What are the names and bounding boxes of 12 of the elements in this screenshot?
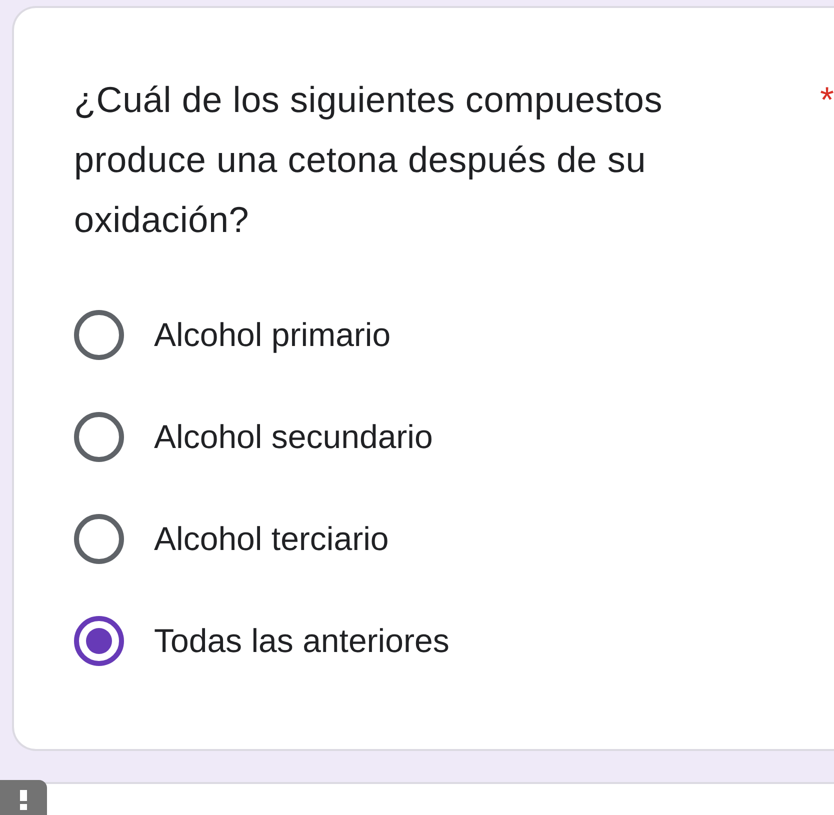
alert-tab[interactable]	[0, 780, 47, 815]
radio-button[interactable]	[74, 310, 124, 360]
radio-button[interactable]	[74, 412, 124, 462]
option-label[interactable]: Todas las anteriores	[154, 616, 450, 666]
option-label[interactable]: Alcohol terciario	[154, 514, 389, 564]
radio-button[interactable]	[74, 616, 124, 666]
option-label[interactable]: Alcohol secundario	[154, 412, 433, 462]
required-mark: *	[820, 78, 834, 122]
exclamation-icon	[20, 790, 28, 810]
question-text: ¿Cuál de los siguientes compuestos produce una cetona después de su oxidación?	[74, 78, 664, 242]
radio-button[interactable]	[74, 514, 124, 564]
option-label[interactable]: Alcohol primario	[154, 310, 391, 360]
